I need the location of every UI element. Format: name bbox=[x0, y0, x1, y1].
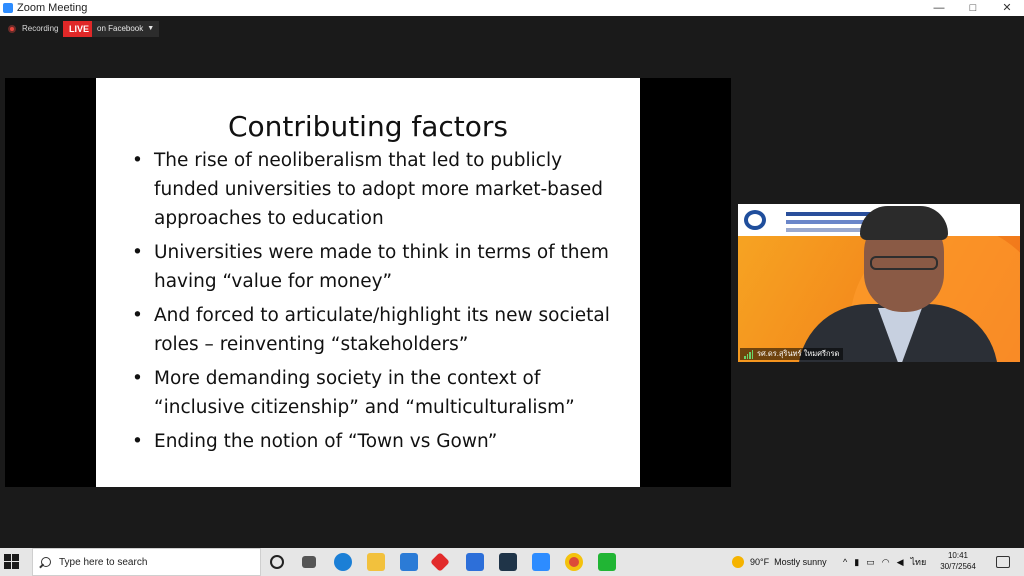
participant-video[interactable]: รศ.ดร.สุรินทร์ ใหมศรีกรด bbox=[738, 204, 1020, 362]
windows-start-icon[interactable] bbox=[4, 554, 20, 570]
wifi-icon[interactable]: ◠ bbox=[882, 557, 890, 568]
file-explorer-icon[interactable] bbox=[367, 553, 385, 571]
system-tray: ^ ▮ ▭ ◠ ◀ ไทย bbox=[843, 548, 926, 576]
weather-desc: Mostly sunny bbox=[774, 557, 827, 567]
language-indicator[interactable]: ไทย bbox=[910, 555, 926, 569]
task-view-icon[interactable] bbox=[302, 556, 316, 568]
taskbar-search-box[interactable]: Type here to search bbox=[32, 548, 261, 576]
signal-bars-icon bbox=[744, 349, 754, 359]
windows-taskbar: Type here to search 90°F Mostly sunny ^ … bbox=[0, 548, 1024, 576]
participant-hair bbox=[860, 206, 948, 240]
window-title: Zoom Meeting bbox=[17, 2, 88, 14]
mail-icon[interactable] bbox=[400, 553, 418, 571]
network-icon[interactable]: ▭ bbox=[866, 557, 875, 568]
microphone-icon[interactable]: ▮ bbox=[854, 557, 859, 568]
recording-label: Recording bbox=[22, 24, 59, 33]
line-app-icon[interactable] bbox=[598, 553, 616, 571]
meeting-topbar: Recording LIVE on Facebook ▼ bbox=[0, 16, 1024, 42]
chevron-up-icon[interactable]: ^ bbox=[843, 557, 847, 567]
presentation-slide: Contributing factors The rise of neolibe… bbox=[96, 78, 640, 487]
participant-name-tag: รศ.ดร.สุรินทร์ ใหมศรีกรด bbox=[740, 348, 844, 360]
dropbox-icon[interactable] bbox=[466, 553, 484, 571]
slide-title: Contributing factors bbox=[227, 110, 508, 143]
caret-down-icon: ▼ bbox=[147, 25, 155, 32]
stream-target-label: on Facebook bbox=[97, 24, 144, 33]
live-badge: LIVE bbox=[63, 21, 96, 37]
maximize-button[interactable]: □ bbox=[956, 0, 990, 16]
zoom-taskbar-icon[interactable] bbox=[532, 553, 550, 571]
terminal-app-icon[interactable] bbox=[499, 553, 517, 571]
slide-bullet-list: The rise of neoliberalism that led to pu… bbox=[132, 146, 632, 461]
edge-icon[interactable] bbox=[334, 553, 352, 571]
search-icon bbox=[41, 557, 51, 567]
slide-bullet: More demanding society in the context of… bbox=[132, 364, 632, 422]
slide-bullet: Universities were made to think in terms… bbox=[132, 238, 632, 296]
sun-icon bbox=[732, 556, 744, 568]
app-diamond-icon[interactable] bbox=[430, 552, 450, 572]
ent-logo-icon bbox=[744, 210, 766, 230]
weather-temp: 90°F bbox=[750, 557, 770, 567]
clock-date: 30/7/2564 bbox=[940, 562, 976, 571]
participant-glasses bbox=[870, 256, 938, 270]
minimize-button[interactable]: — bbox=[922, 0, 956, 16]
window-titlebar: Zoom Meeting — □ ✕ bbox=[0, 0, 1024, 16]
live-stream-dropdown[interactable]: on Facebook ▼ bbox=[92, 21, 160, 37]
window-controls: — □ ✕ bbox=[922, 0, 1024, 16]
weather-widget[interactable]: 90°F Mostly sunny bbox=[732, 548, 827, 576]
slide-bullet: Ending the notion of “Town vs Gown” bbox=[132, 427, 632, 456]
participant-name: รศ.ดร.สุรินทร์ ใหมศรีกรด bbox=[757, 349, 840, 358]
taskbar-clock[interactable]: 10:41 30/7/2564 bbox=[934, 550, 982, 572]
close-button[interactable]: ✕ bbox=[990, 0, 1024, 16]
recording-indicator[interactable]: Recording bbox=[8, 24, 58, 33]
search-placeholder: Type here to search bbox=[59, 556, 148, 568]
volume-icon[interactable]: ◀ bbox=[897, 557, 904, 568]
record-dot-icon bbox=[8, 24, 16, 33]
notification-icon[interactable] bbox=[996, 556, 1010, 568]
slide-bullet: And forced to articulate/highlight its n… bbox=[132, 301, 632, 359]
clock-time: 10:41 bbox=[947, 551, 969, 560]
chrome-icon[interactable] bbox=[565, 553, 583, 571]
cortana-icon[interactable] bbox=[270, 555, 284, 569]
zoom-app-icon bbox=[3, 3, 13, 13]
slide-bullet: The rise of neoliberalism that led to pu… bbox=[132, 146, 632, 233]
